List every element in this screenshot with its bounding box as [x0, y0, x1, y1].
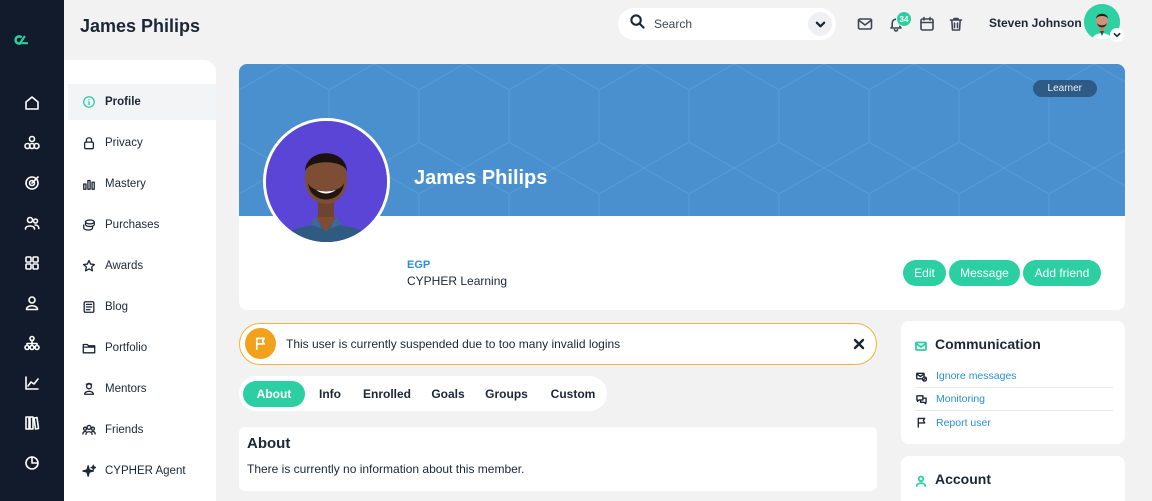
coins-icon — [81, 217, 97, 233]
calendar-icon[interactable] — [919, 16, 935, 32]
edit-button[interactable]: Edit — [903, 260, 946, 286]
hierarchy-icon[interactable] — [22, 333, 42, 353]
grid-icon[interactable] — [22, 253, 42, 273]
mail-icon — [915, 339, 927, 351]
user-menu-chevron-icon[interactable] — [1110, 28, 1124, 42]
tab-goals[interactable]: Goals — [425, 381, 471, 407]
chat-icon — [915, 393, 927, 405]
suspension-alert: This user is currently suspended due to … — [239, 323, 877, 365]
about-heading: About — [247, 435, 291, 452]
sidenav-item-label: Blog — [105, 301, 129, 313]
folder-icon — [81, 340, 97, 356]
tab-groups[interactable]: Groups — [479, 381, 534, 407]
close-icon[interactable] — [853, 337, 867, 351]
trash-icon[interactable] — [948, 16, 964, 32]
sidenav-item-label: Portfolio — [105, 342, 148, 354]
communication-title: Communication — [935, 336, 1041, 352]
sidenav-item-awards[interactable]: Awards — [68, 248, 216, 284]
sidenav-item-label: Profile — [105, 96, 141, 108]
profile-avatar — [263, 118, 390, 245]
flag-icon — [915, 417, 927, 429]
library-icon[interactable] — [22, 413, 42, 433]
flag-icon — [245, 328, 276, 359]
link-label: Ignore messages — [936, 370, 1017, 382]
communication-panel: Communication Ignore messages Monitoring… — [901, 321, 1125, 444]
current-user-name[interactable]: Steven Johnson — [989, 16, 1082, 30]
org-code: EGP — [407, 259, 431, 271]
search-bar[interactable]: Search — [618, 8, 836, 40]
target-icon[interactable] — [22, 173, 42, 193]
star-icon — [81, 258, 97, 274]
link-label: Monitoring — [936, 393, 986, 405]
notification-badge: 34 — [896, 11, 912, 27]
profile-name: James Philips — [414, 167, 548, 189]
mail-icon[interactable] — [857, 16, 873, 32]
alert-message: This user is currently suspended due to … — [286, 337, 621, 351]
sidenav-item-label: CYPHER Agent — [105, 465, 186, 477]
profile-tabs: About Info Enrolled Goals Groups Custom — [239, 376, 607, 411]
sidenav-item-label: Purchases — [105, 219, 160, 231]
report-user-link[interactable]: Report user — [915, 411, 1113, 434]
tab-info[interactable]: Info — [311, 381, 349, 407]
ignore-messages-link[interactable]: Ignore messages — [915, 365, 1113, 388]
sparkle-icon — [81, 463, 97, 479]
sidenav-item-label: Mastery — [105, 178, 146, 190]
info-icon — [81, 94, 97, 110]
search-placeholder[interactable]: Search — [654, 17, 692, 31]
tab-custom[interactable]: Custom — [542, 381, 604, 407]
sidenav-item-purchases[interactable]: Purchases — [68, 207, 216, 243]
sidenav-item-profile[interactable]: Profile — [68, 84, 216, 120]
sidenav-item-blog[interactable]: Blog — [68, 289, 216, 325]
account-title: Account — [935, 471, 991, 487]
users-icon[interactable] — [22, 213, 42, 233]
link-label: Report user — [936, 416, 991, 429]
sidenav-item-mentors[interactable]: Mentors — [68, 371, 216, 407]
sidenav-item-portfolio[interactable]: Portfolio — [68, 330, 216, 366]
chart-line-icon[interactable] — [22, 373, 42, 393]
app-logo[interactable] — [12, 32, 52, 60]
friends-icon — [81, 422, 97, 438]
sidenav-item-privacy[interactable]: Privacy — [68, 125, 216, 161]
sidenav-item-label: Privacy — [105, 137, 143, 149]
tab-enrolled[interactable]: Enrolled — [356, 381, 418, 407]
bar-chart-icon — [81, 176, 97, 192]
home-icon[interactable] — [22, 93, 42, 113]
user-icon[interactable] — [22, 293, 42, 313]
account-panel: Account — [901, 456, 1125, 501]
search-icon — [630, 14, 645, 34]
app-rail — [0, 0, 64, 501]
user-icon — [915, 474, 927, 487]
pie-chart-icon[interactable] — [22, 453, 42, 473]
sidenav-item-label: Friends — [105, 424, 144, 436]
sidenav-item-label: Mentors — [105, 383, 147, 395]
mentor-icon — [81, 381, 97, 397]
sidenav-item-friends[interactable]: Friends — [68, 412, 216, 448]
page-title: James Philips — [80, 16, 201, 36]
about-text: There is currently no information about … — [247, 462, 525, 476]
monitoring-link[interactable]: Monitoring — [915, 388, 1113, 411]
add-friend-button[interactable]: Add friend — [1023, 260, 1101, 286]
profile-sidenav: Profile Privacy Mastery Purchases Awards… — [64, 60, 216, 501]
mail-block-icon — [915, 370, 927, 382]
lock-icon — [81, 135, 97, 151]
about-section: About There is currently no information … — [239, 427, 877, 491]
document-icon — [81, 299, 97, 315]
sidenav-item-label: Awards — [105, 260, 144, 272]
tab-about[interactable]: About — [243, 381, 305, 407]
chevron-down-icon[interactable] — [808, 12, 832, 36]
network-icon[interactable] — [22, 133, 42, 153]
sidenav-item-cypher-agent[interactable]: CYPHER Agent — [68, 453, 216, 489]
message-button[interactable]: Message — [949, 260, 1020, 286]
org-name: CYPHER Learning — [407, 274, 508, 288]
sidenav-item-mastery[interactable]: Mastery — [68, 166, 216, 202]
role-badge: Learner — [1032, 80, 1097, 97]
